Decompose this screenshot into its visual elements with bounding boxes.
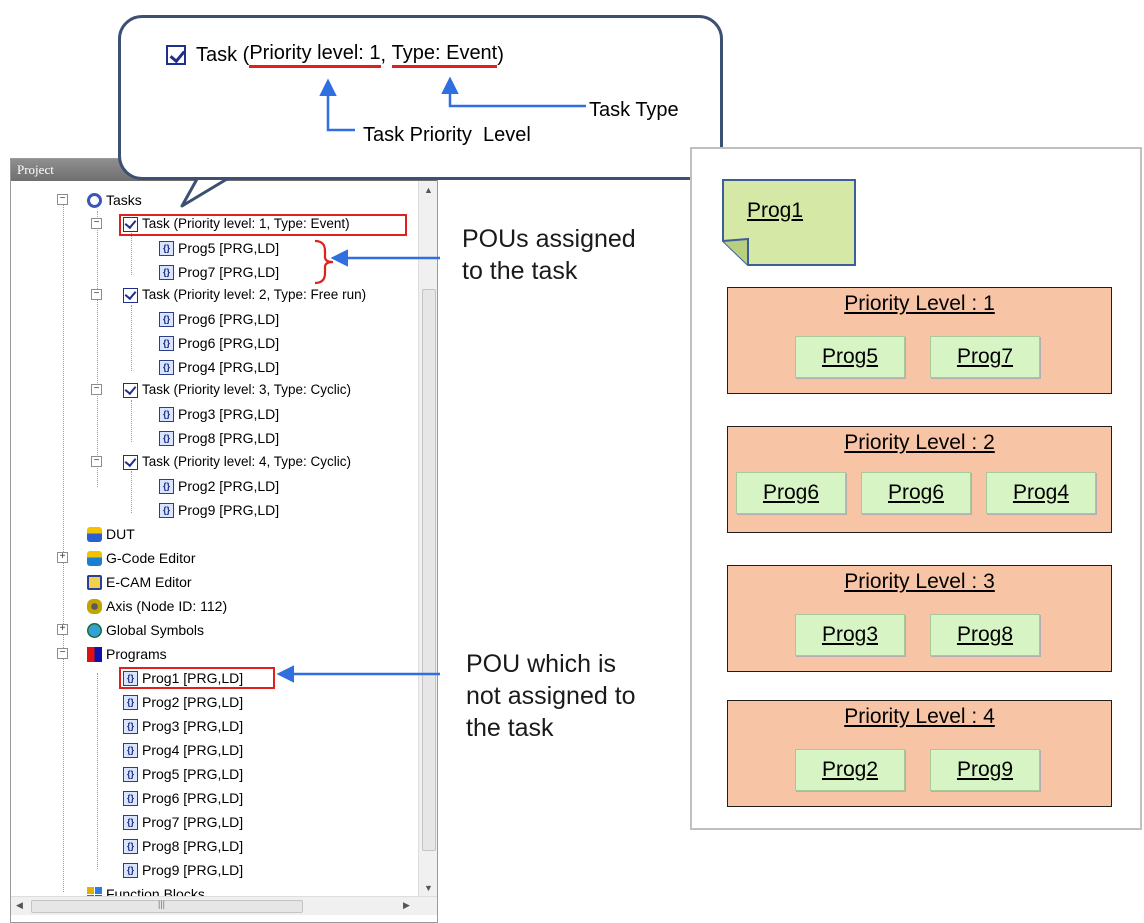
priority-3-prog-1: Prog3 [795,614,905,656]
priority-level-1-box: Priority Level : 1 Prog5 Prog7 [727,287,1112,394]
priority-2-prog-1: Prog6 [736,472,846,514]
unassigned-note [722,179,856,266]
priority-level-3-title: Priority Level : 3 [844,570,995,593]
type-arrow [441,76,586,108]
priority-3-prog-2: Prog8 [930,614,1040,656]
priority-2-prog-3: Prog4 [986,472,1096,514]
priority-1-prog-2: Prog7 [930,336,1040,378]
priority-2-prog-2: Prog6 [861,472,971,514]
priority-level-2-box: Priority Level : 2 Prog6 Prog6 Prog4 [727,426,1112,533]
priority-level-1-title: Priority Level : 1 [844,292,995,315]
unassigned-note-label: Prog1 [747,199,804,222]
priority-arrow [319,78,355,132]
priority-level-4-box: Priority Level : 4 Prog2 Prog9 [727,700,1112,807]
priority-level-2-title: Priority Level : 2 [844,431,995,454]
priority-1-prog-1: Prog5 [795,336,905,378]
priority-level-4-title: Priority Level : 4 [844,705,995,728]
priority-4-prog-2: Prog9 [930,749,1040,791]
priority-diagram: Prog1 Priority Level : 1 Prog5 Prog7 Pri… [690,147,1142,830]
priority-level-3-box: Priority Level : 3 Prog3 Prog8 [727,565,1112,672]
priority-4-prog-1: Prog2 [795,749,905,791]
